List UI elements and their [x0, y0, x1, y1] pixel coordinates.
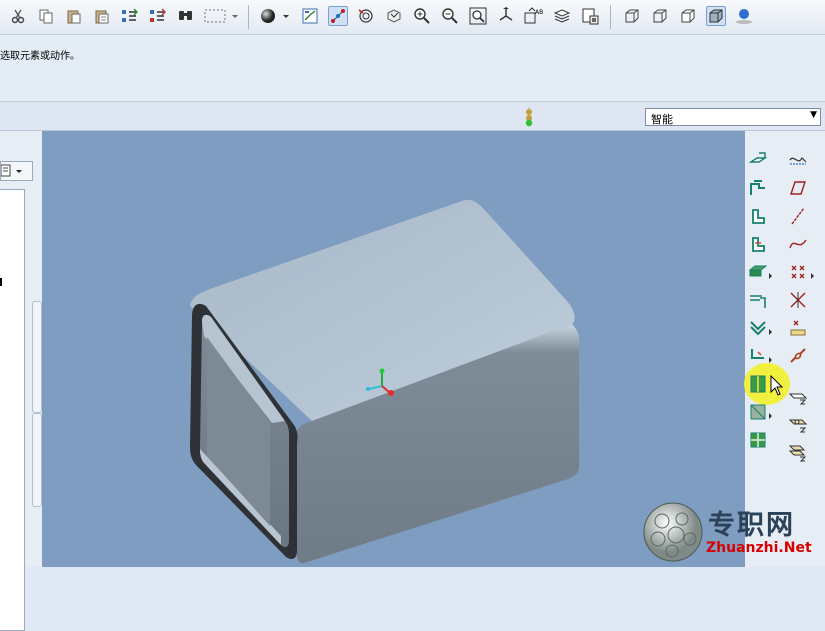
- view-manager-icon[interactable]: [580, 6, 600, 26]
- watermark-domain-text: Zhuanzhi.Net: [706, 540, 812, 556]
- datum-planes-icon[interactable]: [328, 6, 348, 26]
- saved-views-icon[interactable]: [300, 6, 320, 26]
- model-tree-panel: [0, 131, 42, 631]
- message-area: [0, 35, 825, 102]
- zoom-in-icon[interactable]: [412, 6, 432, 26]
- main-toolbar: AB: [0, 0, 825, 35]
- watermark: 专职网 Zhuanzhi.Net: [640, 497, 825, 567]
- select-box-dropdown-icon[interactable]: [230, 6, 240, 26]
- datum-point-icon[interactable]: [787, 261, 809, 283]
- analysis-icon[interactable]: [787, 317, 809, 339]
- panel-splitter-handle[interactable]: [32, 413, 42, 507]
- sketch-plane-icon[interactable]: [787, 177, 809, 199]
- revolve-wall-icon[interactable]: [747, 233, 769, 255]
- flange-wall-icon[interactable]: [747, 177, 769, 199]
- watermark-logo: [643, 502, 703, 562]
- chevron-down-icon: ▼: [810, 110, 817, 120]
- display-style-icon[interactable]: [258, 6, 278, 26]
- datum-curve-icon[interactable]: [787, 233, 809, 255]
- corner-relief-icon[interactable]: [747, 401, 769, 423]
- message-line: 选取元素或动作。: [0, 51, 80, 62]
- chevron-right-icon[interactable]: [809, 265, 817, 287]
- hidden-line-icon[interactable]: [650, 6, 670, 26]
- chevron-right-icon[interactable]: [767, 265, 775, 287]
- regenerate-icon[interactable]: [120, 6, 140, 26]
- zoom-out-icon[interactable]: [440, 6, 460, 26]
- paste-icon[interactable]: [64, 6, 84, 26]
- tool-c-icon[interactable]: [787, 441, 809, 463]
- no-hidden-icon[interactable]: [678, 6, 698, 26]
- tool-a-icon[interactable]: [787, 385, 809, 407]
- datum-axis-icon[interactable]: [787, 205, 809, 227]
- spin-center-icon[interactable]: AB: [524, 6, 544, 26]
- mouse-cursor-icon: [770, 374, 784, 400]
- flat-wall-icon[interactable]: [747, 149, 769, 171]
- unbend-icon[interactable]: [747, 317, 769, 339]
- refit-icon[interactable]: [468, 6, 488, 26]
- regen-status-icon[interactable]: [523, 107, 535, 130]
- find-icon[interactable]: [176, 6, 196, 26]
- extrude-wall-icon[interactable]: [747, 205, 769, 227]
- shading-icon[interactable]: [706, 6, 726, 26]
- blend-wall-icon[interactable]: [747, 261, 769, 283]
- chevron-right-icon[interactable]: [767, 321, 775, 343]
- paste-special-icon[interactable]: [92, 6, 112, 26]
- datum-plane-icon[interactable]: [787, 149, 809, 171]
- reorient-icon[interactable]: [496, 6, 516, 26]
- display-style-dropdown-icon[interactable]: [280, 6, 292, 26]
- cut-icon[interactable]: [8, 6, 28, 26]
- layers-icon[interactable]: [552, 6, 572, 26]
- rip-icon[interactable]: [747, 373, 769, 395]
- form-icon[interactable]: [747, 429, 769, 451]
- datum-points-icon[interactable]: [384, 6, 404, 26]
- selection-filter-dropdown[interactable]: 智能 ▼: [645, 108, 821, 126]
- datum-axes-icon[interactable]: [356, 6, 376, 26]
- watermark-chinese-text: 专职网: [708, 510, 795, 541]
- bend-icon[interactable]: [747, 289, 769, 311]
- select-box-icon[interactable]: [202, 6, 228, 26]
- panel-splitter-handle[interactable]: [32, 301, 42, 413]
- appearance-icon[interactable]: [734, 6, 754, 26]
- svg-text:AB: AB: [535, 9, 543, 16]
- coordinate-system-icon[interactable]: [787, 289, 809, 311]
- status-bar: 智能 ▼: [0, 102, 825, 131]
- tree-marker: [0, 278, 2, 286]
- regenerate-manager-icon[interactable]: [148, 6, 168, 26]
- tool-b-icon[interactable]: [787, 413, 809, 435]
- chevron-right-icon[interactable]: [767, 405, 775, 427]
- wireframe-icon[interactable]: [622, 6, 642, 26]
- chain-icon[interactable]: [787, 345, 809, 367]
- model-tree[interactable]: [0, 189, 25, 631]
- copy-icon[interactable]: [36, 6, 56, 26]
- selection-filter-value: 智能: [651, 113, 673, 126]
- tree-settings-button[interactable]: [0, 161, 33, 181]
